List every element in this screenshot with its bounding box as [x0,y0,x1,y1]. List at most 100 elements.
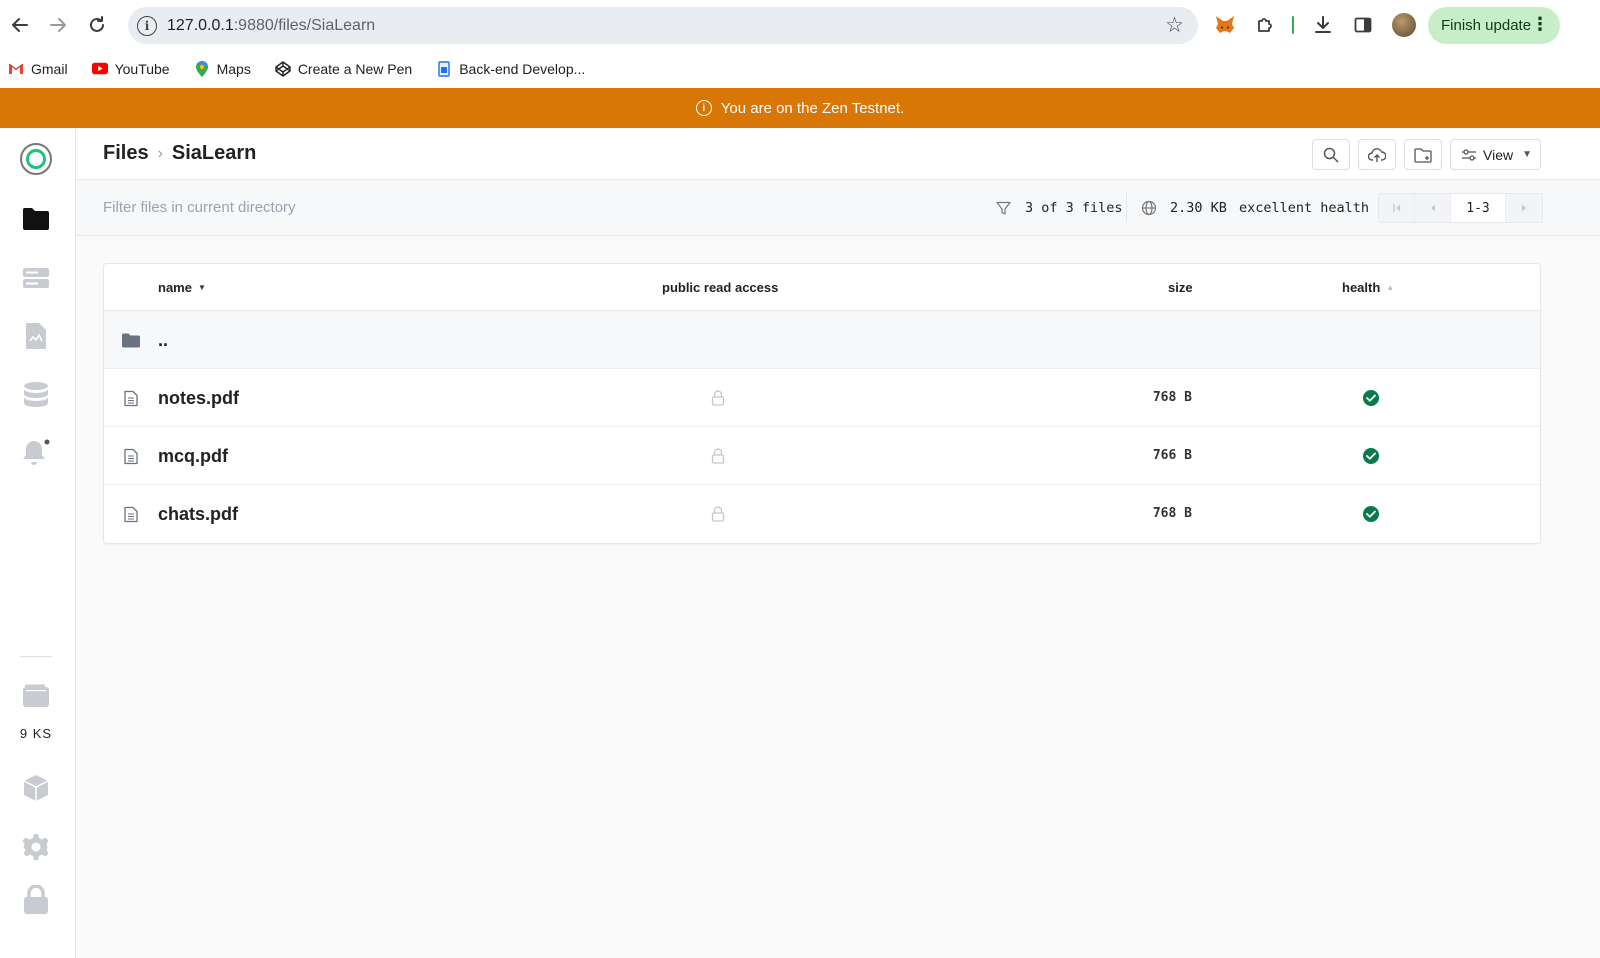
column-public-access[interactable]: public read access [662,280,778,295]
page-range: 1-3 [1451,194,1506,222]
app-logo[interactable] [20,143,52,175]
table-row[interactable]: mcq.pdf 766 B [104,427,1540,485]
caret-left-icon [1430,204,1435,212]
search-button[interactable] [1312,139,1350,170]
column-label: name [158,280,192,295]
url-text[interactable]: 127.0.0.1:9880/files/SiaLearn [167,17,375,35]
bookmark-youtube[interactable]: YouTube [91,61,170,77]
lock-closed-icon[interactable] [711,506,725,522]
lock-icon [24,885,48,914]
pagination: 1-3 [1378,193,1543,223]
file-name[interactable]: notes.pdf [158,388,239,409]
new-folder-button[interactable] [1404,139,1442,170]
caret-right-icon [1522,204,1526,212]
health-check-icon [1363,448,1379,464]
site-info-icon[interactable]: i [137,15,157,36]
sidebar-divider [20,656,52,657]
parent-directory-link[interactable]: .. [158,330,168,351]
chevron-right-icon: › [157,144,163,162]
back-arrow-icon[interactable] [2,7,38,43]
contracts-icon [26,323,46,349]
side-panel-icon[interactable] [1350,12,1376,38]
cloud-upload-icon [1368,147,1386,162]
sidebar-item-files[interactable] [22,205,50,233]
finish-update-button[interactable]: Finish update ⋮ [1428,7,1560,44]
extensions-puzzle-icon[interactable] [1252,12,1278,38]
sidebar: 9 KS [0,128,76,958]
metamask-fox-icon[interactable] [1212,12,1238,38]
sidebar-item-wallet[interactable] [22,682,50,710]
column-label: public read access [662,280,779,295]
search-icon [1323,147,1339,163]
bookmark-backend[interactable]: Back-end Develop... [436,61,585,77]
banner-text: You are on the Zen Testnet. [720,99,905,117]
codepen-icon [275,60,291,77]
testnet-banner: i You are on the Zen Testnet. [0,88,1600,128]
database-icon [24,382,48,407]
lock-closed-icon[interactable] [711,448,725,464]
wallet-icon [23,684,49,707]
document-icon [122,389,140,407]
next-page-button[interactable] [1506,194,1542,222]
youtube-icon [91,61,108,77]
address-bar[interactable]: i 127.0.0.1:9880/files/SiaLearn ☆ [128,7,1198,44]
page-header: Files › SiaLearn View ▼ [76,128,1600,180]
bookmark-label: Maps [216,60,251,77]
stats-divider [1126,192,1127,222]
chevron-down-icon: ▼ [1522,149,1532,160]
sidebar-item-settings[interactable] [22,833,50,861]
more-menu-icon[interactable]: ⋮ [1531,14,1549,35]
bookmark-maps[interactable]: Maps [194,60,251,77]
folder-add-icon [1414,147,1432,163]
view-options-button[interactable]: View ▼ [1450,139,1541,170]
file-name[interactable]: chats.pdf [158,504,238,525]
file-size: 766 B [1152,448,1192,463]
toolbar-divider [1292,16,1294,34]
file-size: 768 B [1152,390,1192,405]
main-content: Files › SiaLearn View ▼ 3 of 3 files 2.3… [76,128,1600,958]
wallet-balance: 9 KS [19,726,53,741]
breadcrumb-files[interactable]: Files [103,142,149,165]
sidebar-item-notifications[interactable] [22,439,50,467]
column-label: health [1342,280,1381,295]
bookmark-label: Create a New Pen [297,60,413,77]
lock-closed-icon[interactable] [711,390,725,406]
bookmark-star-icon[interactable]: ☆ [1165,13,1184,38]
column-health[interactable]: health ▲ [1342,280,1394,295]
column-size[interactable]: size [1168,280,1193,295]
file-size: 768 B [1152,506,1192,521]
table-row[interactable]: notes.pdf 768 B [104,369,1540,427]
sidebar-item-database[interactable] [22,381,50,409]
document-icon [122,505,140,523]
file-name[interactable]: mcq.pdf [158,446,228,467]
upload-button[interactable] [1358,139,1396,170]
profile-avatar[interactable] [1392,13,1416,37]
bookmark-page-icon [436,60,452,77]
download-icon[interactable] [1310,12,1336,38]
maps-icon [194,60,210,77]
forward-arrow-icon[interactable] [40,7,76,43]
settings-icon [22,834,49,860]
sidebar-item-contracts[interactable] [22,322,50,350]
table-row[interactable]: chats.pdf 768 B [104,485,1540,543]
column-label: size [1168,280,1193,295]
bookmark-gmail[interactable]: Gmail [8,61,68,77]
breadcrumb-current: SiaLearn [171,142,257,164]
cube-icon [23,775,49,801]
first-page-button[interactable] [1379,194,1415,222]
prev-page-button[interactable] [1415,194,1451,222]
sidebar-item-cube[interactable] [22,774,50,802]
hosts-icon [23,268,49,288]
bookmark-codepen[interactable]: Create a New Pen [275,61,412,77]
filter-input[interactable] [103,199,703,216]
filter-funnel-icon [995,200,1011,216]
globe-icon [1141,200,1157,216]
reload-icon[interactable] [79,7,115,43]
sidebar-item-lock[interactable] [22,885,50,914]
gmail-icon [8,61,24,77]
table-row-parent[interactable]: .. [104,311,1540,369]
column-name[interactable]: name ▼ [158,280,206,295]
table-header: name ▼ public read access size health ▲ [104,264,1540,311]
bookmark-label: Back-end Develop... [459,60,586,77]
sidebar-item-hosts[interactable] [22,264,50,292]
